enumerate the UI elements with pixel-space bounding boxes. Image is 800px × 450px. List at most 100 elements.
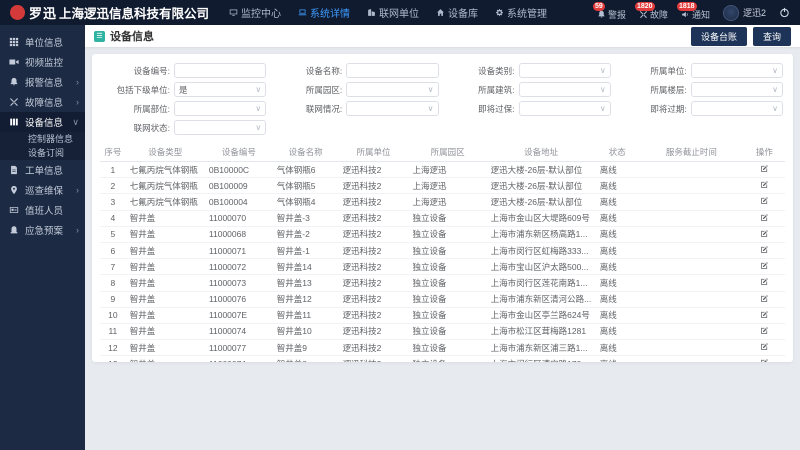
cell-index: 4 (100, 210, 126, 226)
sidebar-item-label: 报警信息 (25, 75, 63, 89)
status-bell[interactable]: 59 警报 (597, 5, 626, 21)
cell-index: 3 (100, 194, 126, 210)
cell-park: 独立设备 (409, 226, 487, 242)
filter-label: 设备名称: (274, 65, 346, 77)
cell-address: 上海市浦东新区杨高路1... (487, 226, 596, 242)
avatar[interactable] (723, 5, 739, 21)
edit-icon[interactable] (760, 180, 769, 189)
cell-device-no: 11000071 (205, 242, 273, 258)
filter-include-sub-units-select[interactable]: 是 (174, 82, 266, 97)
edit-icon[interactable] (760, 326, 769, 335)
filter-warranty-expiring-select[interactable] (519, 101, 611, 116)
cell-park: 独立设备 (409, 323, 487, 339)
table-row: 2 七氟丙烷气体钢瓶 0B100009 气体钢瓶5 逻迅科技2 上海逻迅 逻迅大… (100, 178, 785, 194)
edit-icon[interactable] (760, 277, 769, 286)
filter-part-select[interactable] (174, 101, 266, 116)
cell-device-no: 1100007A (205, 356, 273, 362)
bell-icon (597, 10, 606, 19)
sidebar-item-9[interactable]: 应急预案 › (0, 220, 85, 240)
cell-address: 逻迅大楼-26层-默认部位 (487, 162, 596, 178)
filter-network-condition-select[interactable] (346, 101, 438, 116)
cell-address: 上海市宝山区沪太路500... (487, 259, 596, 275)
filter-label: 联网情况: (274, 103, 346, 115)
nav-item-1[interactable]: 监控中心 (229, 5, 281, 20)
filter-owner-unit-select[interactable] (691, 63, 783, 78)
filter-expiring-soon-select[interactable] (691, 101, 783, 116)
edit-icon[interactable] (760, 245, 769, 254)
cell-device-name: 气体钢瓶6 (273, 162, 339, 178)
filter-building-select[interactable] (519, 82, 611, 97)
query-button[interactable]: 查询 (753, 27, 791, 46)
edit-icon[interactable] (760, 261, 769, 270)
edit-icon[interactable] (760, 294, 769, 303)
cell-address: 上海市浦东新区浦三路1... (487, 340, 596, 356)
column-header: 所属单位 (339, 143, 409, 162)
cell-status: 离线 (596, 291, 639, 307)
sidebar-item-6[interactable]: 工单信息 (0, 160, 85, 180)
nav-item-3[interactable]: 联网单位 (367, 5, 419, 20)
edit-icon[interactable] (760, 229, 769, 238)
cell-address: 上海市金山区亭兰路624号 (487, 307, 596, 323)
sidebar-item-3[interactable]: 报警信息 › (0, 72, 85, 92)
user-menu[interactable]: 逻迅2 (723, 5, 766, 21)
cell-owner-unit: 逻迅科技2 (339, 340, 409, 356)
cell-service-end (639, 307, 744, 323)
status-speaker[interactable]: 1818 通知 (681, 5, 710, 21)
user-name: 逻迅2 (743, 6, 766, 19)
filter-park-select[interactable] (346, 82, 438, 97)
cell-index: 6 (100, 242, 126, 258)
column-header: 操作 (744, 143, 785, 162)
sidebar-item-label: 值班人员 (25, 203, 63, 217)
submenu-item-2[interactable]: 设备订阅 (0, 146, 85, 160)
logout-power-icon[interactable] (779, 7, 790, 18)
filter-input[interactable] (179, 66, 261, 76)
cell-address: 上海市金山区大堤路609号 (487, 210, 596, 226)
cell-device-name: 智井盖13 (273, 275, 339, 291)
table-row: 3 七氟丙烷气体钢瓶 0B100004 气体钢瓶4 逻迅科技2 上海逻迅 逻迅大… (100, 194, 785, 210)
edit-icon[interactable] (760, 358, 769, 362)
cell-index: 13 (100, 356, 126, 362)
cell-device-type: 七氟丙烷气体钢瓶 (126, 178, 205, 194)
filter-field-include-sub-units: 包括下级单位: 是 (102, 82, 266, 97)
filter-input[interactable] (351, 66, 433, 76)
nav-item-2[interactable]: 系统详情 (298, 5, 350, 20)
sidebar-item-7[interactable]: 巡查维保 › (0, 180, 85, 200)
sidebar-item-4[interactable]: 故障信息 › (0, 92, 85, 112)
status-wrench[interactable]: 1820 故障 (639, 5, 668, 21)
filter-form: 设备编号: 设备名称: 设备类别: 所属单位: 包括下级单位: 是 所属园区: … (100, 62, 785, 136)
filter-device-name-input[interactable] (346, 63, 438, 78)
nav-item-4[interactable]: 设备库 (436, 5, 478, 20)
filter-field-owner-unit: 所属单位: (619, 63, 783, 78)
filter-network-status-select[interactable] (174, 120, 266, 135)
table-row: 9 智井盖 11000076 智井盖12 逻迅科技2 独立设备 上海市浦东新区清… (100, 291, 785, 307)
filter-field-floor: 所属楼层: (619, 82, 783, 97)
cell-service-end (639, 356, 744, 362)
cell-device-type: 智井盖 (126, 210, 205, 226)
edit-icon[interactable] (760, 213, 769, 222)
filter-device-category-select[interactable] (519, 63, 611, 78)
edit-icon[interactable] (760, 196, 769, 205)
sidebar-item-8[interactable]: 值班人员 (0, 200, 85, 220)
sidebar-item-label: 单位信息 (25, 35, 63, 49)
filter-label: 即将过期: (619, 103, 691, 115)
filter-floor-select[interactable] (691, 82, 783, 97)
column-header: 设备名称 (273, 143, 339, 162)
cell-device-type: 智井盖 (126, 340, 205, 356)
submenu-item-1[interactable]: 控制器信息 (0, 132, 85, 146)
nav-item-5[interactable]: 系统管理 (495, 5, 547, 20)
cell-park: 独立设备 (409, 242, 487, 258)
sidebar-item-1[interactable]: 单位信息 (0, 32, 85, 52)
edit-icon[interactable] (760, 342, 769, 351)
edit-icon[interactable] (760, 164, 769, 173)
sidebar-item-5[interactable]: 设备信息 ∨ (0, 112, 85, 132)
pin-icon (9, 185, 21, 195)
cell-owner-unit: 逻迅科技2 (339, 356, 409, 362)
edit-icon[interactable] (760, 310, 769, 319)
cell-service-end (639, 323, 744, 339)
filter-label: 包括下级单位: (102, 84, 174, 96)
filter-device-no-input[interactable] (174, 63, 266, 78)
grid-icon (9, 37, 21, 47)
sidebar-item-2[interactable]: 视频监控 (0, 52, 85, 72)
device-ledger-button[interactable]: 设备台账 (691, 27, 747, 46)
filter-field-expiring-soon: 即将过期: (619, 101, 783, 116)
